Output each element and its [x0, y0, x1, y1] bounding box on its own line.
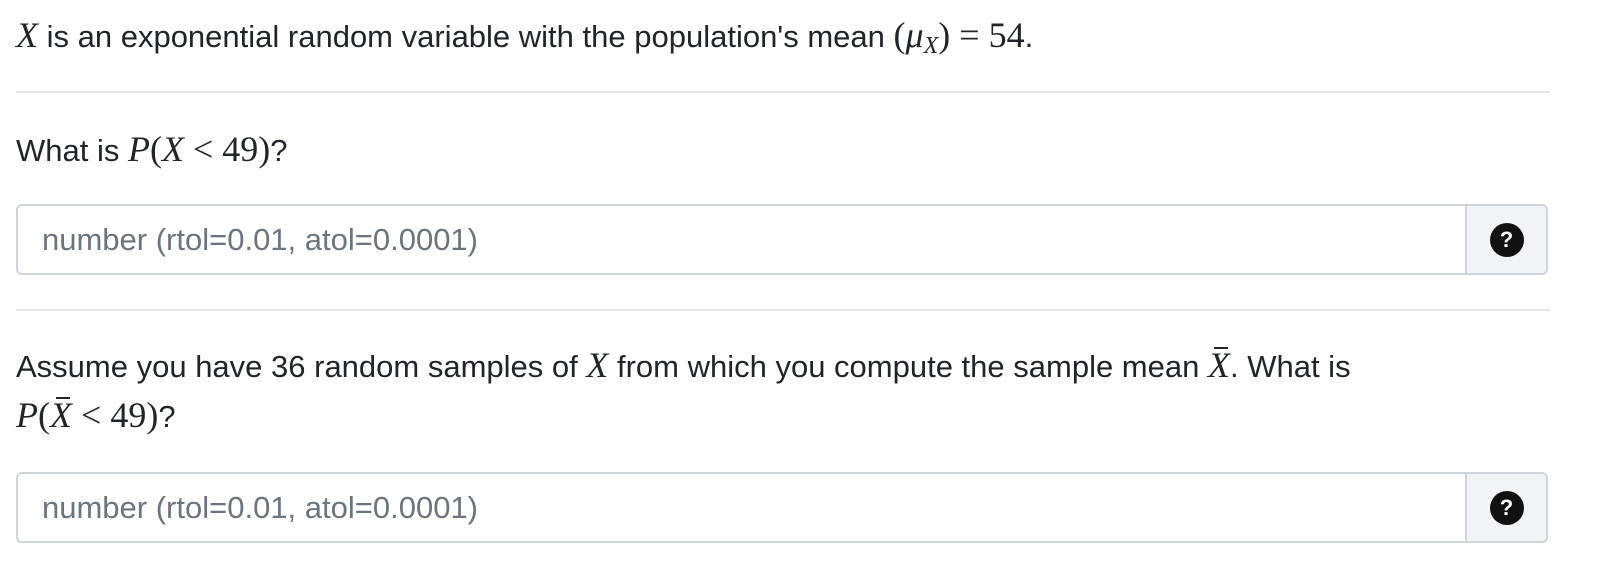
question-1-suffix: ? [270, 133, 288, 168]
question-1-expression: P(X < 49) [127, 129, 271, 169]
population-mean-value: 54 [988, 15, 1025, 55]
question-2-text-b: from which you compute the sample mean [608, 349, 1208, 384]
answer-2-help-button[interactable]: ? [1465, 474, 1546, 541]
question-2-line-1: Assume you have 36 random samples of X f… [16, 344, 1351, 386]
intro-period: . [1024, 19, 1034, 54]
intro-text: is an exponential random variable with t… [38, 19, 894, 54]
question-2-text-a: Assume you have 36 random samples of [16, 349, 587, 384]
sample-mean-symbol: X [1207, 345, 1230, 385]
question-2-suffix: ? [158, 399, 176, 434]
answer-2-input[interactable] [18, 474, 1465, 541]
answer-2-input-group: ? [16, 472, 1548, 543]
question-mark-icon: ? [1489, 490, 1524, 525]
question-2-line-2: P(X < 49)? [16, 394, 176, 436]
answer-1-input[interactable] [18, 206, 1465, 273]
question-1: What is P(X < 49)? [16, 128, 288, 170]
divider [16, 309, 1550, 311]
question-2-expression: P(X < 49) [16, 395, 159, 435]
answer-1-input-group: ? [16, 204, 1548, 275]
intro-variable: X [16, 15, 38, 55]
answer-1-help-button[interactable]: ? [1465, 206, 1546, 273]
question-mark-icon: ? [1489, 222, 1524, 257]
intro-statement: X is an exponential random variable with… [16, 14, 1033, 60]
population-mean-expression: (μX) = 54 [893, 15, 1025, 59]
divider [16, 91, 1550, 93]
question-2-text-c: . What is [1229, 349, 1351, 384]
question-2-variable: X [586, 345, 609, 385]
question-1-prefix: What is [16, 133, 128, 168]
